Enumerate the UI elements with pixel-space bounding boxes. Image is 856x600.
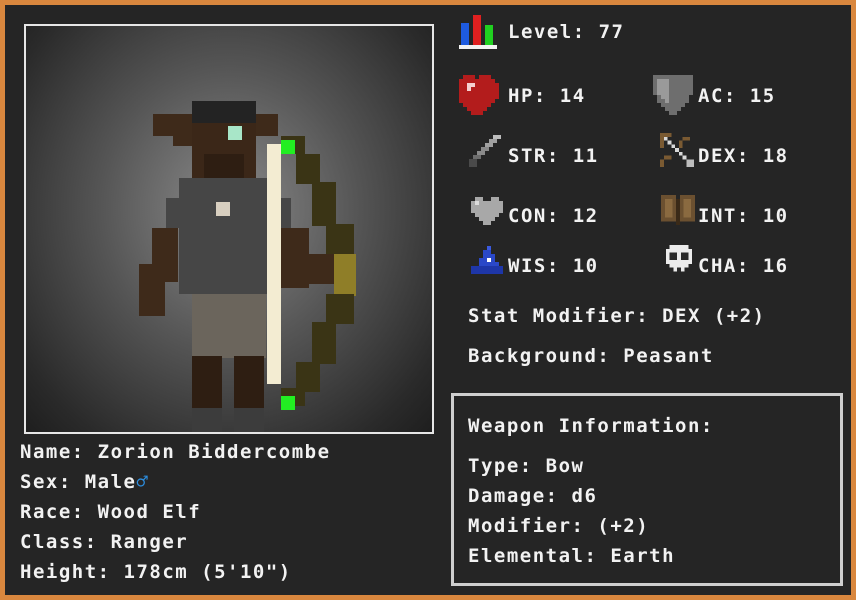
character-class: Class: Ranger — [20, 531, 189, 553]
weapon-type: Type: Bow — [468, 455, 585, 477]
ac-value: AC: 15 — [698, 85, 776, 107]
level-bars-icon — [459, 15, 497, 49]
shield-icon — [653, 75, 693, 115]
stat-modifier: Stat Modifier: DEX (+2) — [468, 305, 766, 327]
dex-value: DEX: 18 — [698, 145, 789, 167]
cha-value: CHA: 16 — [698, 255, 789, 277]
wizard-hat-icon — [471, 246, 503, 274]
weapon-info-heading: Weapon Information: — [468, 415, 714, 437]
book-icon — [661, 195, 695, 225]
character-sheet-frame: Name: Zorion Biddercombe Sex: Male♂ Race… — [0, 0, 856, 600]
sex-label: Sex: Male — [20, 471, 137, 493]
character-name: Name: Zorion Biddercombe — [20, 441, 331, 463]
bow-arrow-icon — [660, 133, 694, 167]
heart-icon — [459, 75, 499, 115]
character-background: Background: Peasant — [468, 345, 714, 367]
character-sex: Sex: Male♂ — [20, 471, 149, 493]
skull-icon — [665, 245, 693, 272]
str-value: STR: 11 — [508, 145, 599, 167]
level-value: Level: 77 — [508, 21, 625, 43]
character-height: Height: 178cm (5'10") — [20, 561, 292, 583]
weapon-elemental: Elemental: Earth — [468, 545, 676, 567]
wis-value: WIS: 10 — [508, 255, 599, 277]
weapon-modifier: Modifier: (+2) — [468, 515, 650, 537]
con-value: CON: 12 — [508, 205, 599, 227]
ranger-sprite — [139, 101, 356, 432]
hp-value: HP: 14 — [508, 85, 586, 107]
character-race: Race: Wood Elf — [20, 501, 202, 523]
sword-icon — [469, 135, 501, 167]
male-symbol-icon: ♂ — [136, 471, 150, 493]
int-value: INT: 10 — [698, 205, 789, 227]
weapon-damage: Damage: d6 — [468, 485, 598, 507]
grey-heart-icon — [471, 197, 503, 225]
character-portrait — [24, 24, 434, 434]
